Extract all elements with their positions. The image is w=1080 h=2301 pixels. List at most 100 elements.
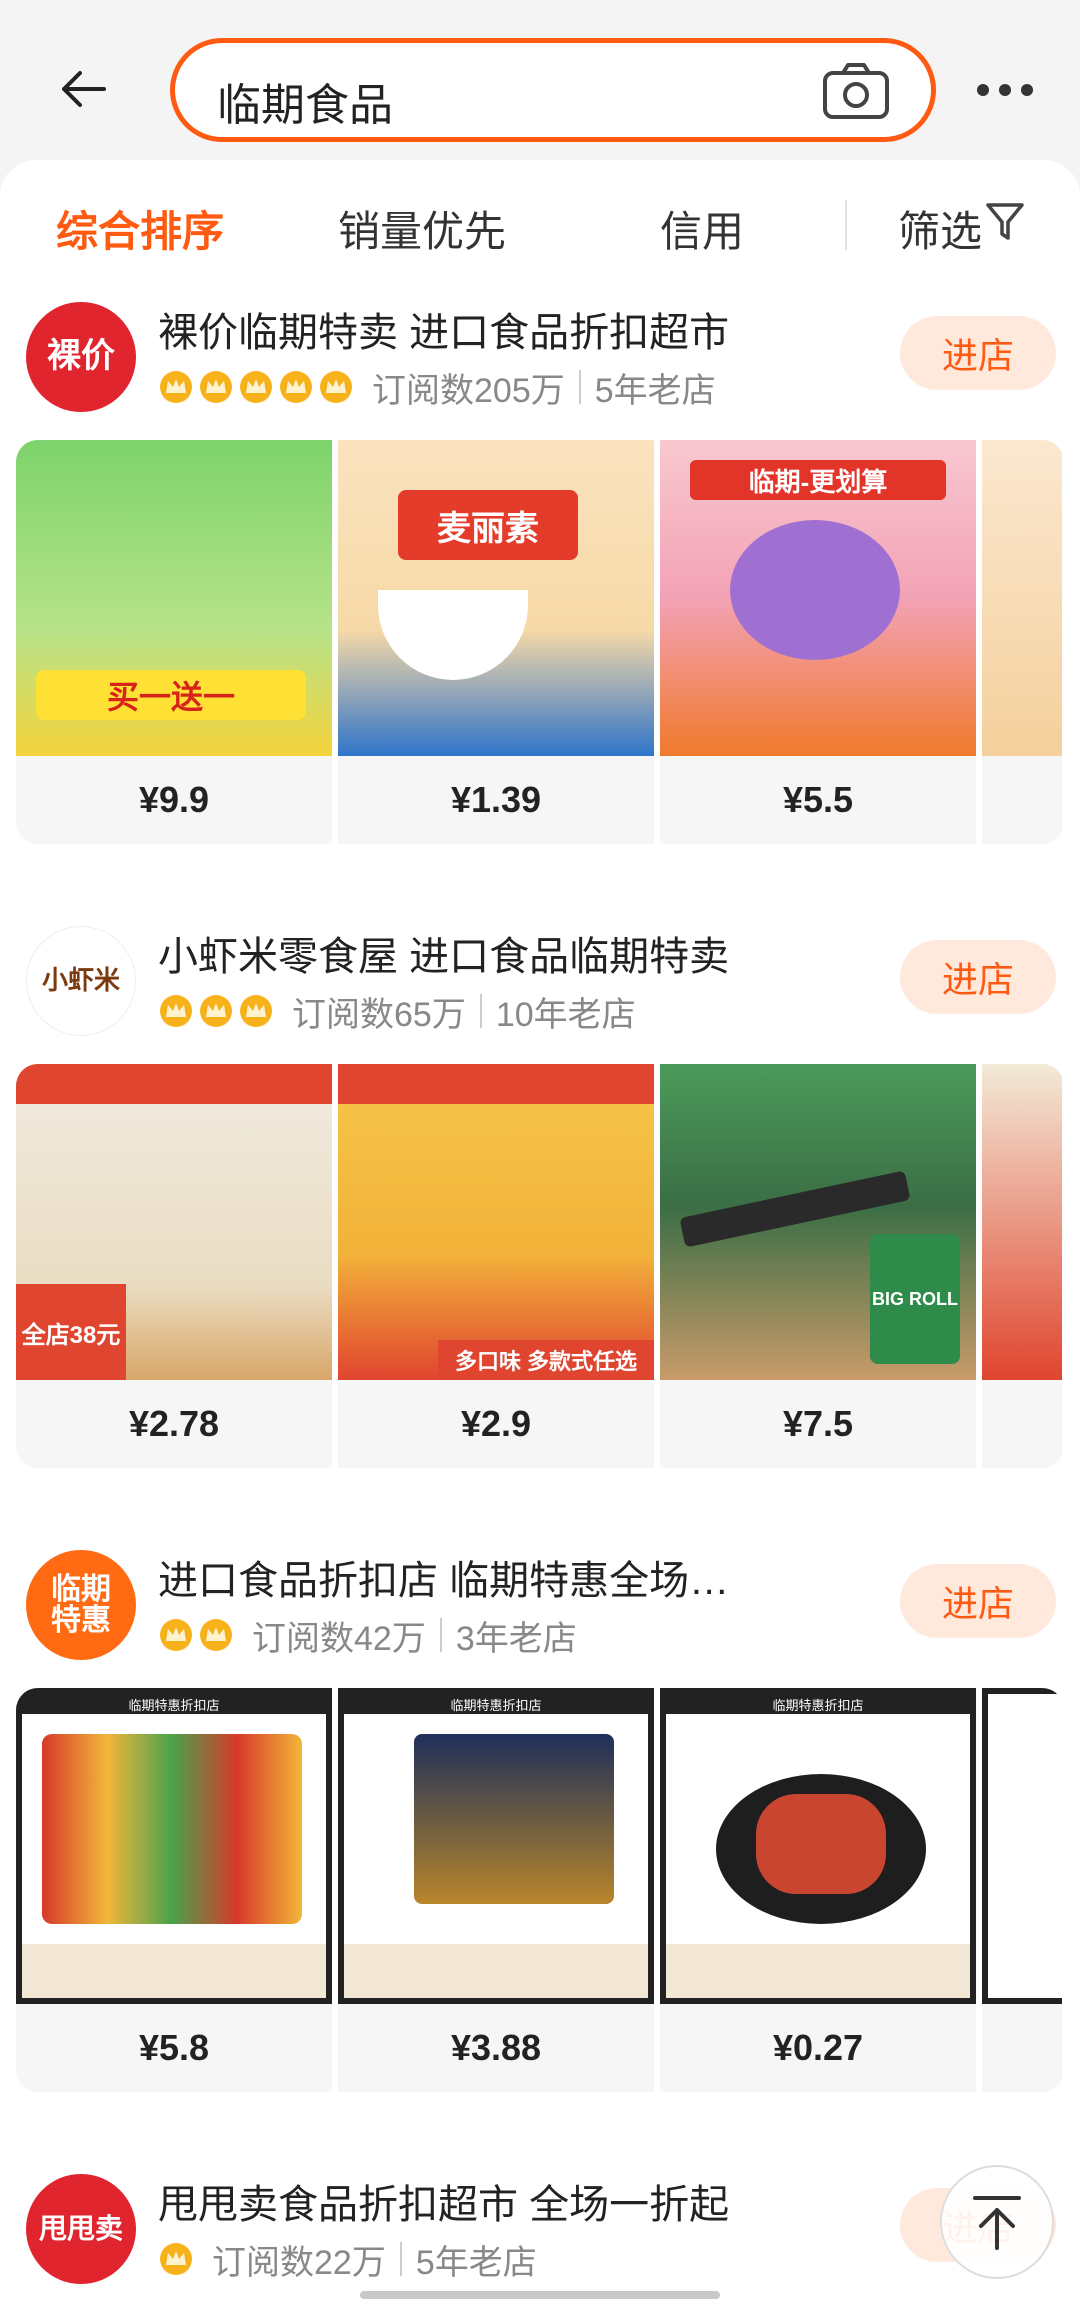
product-image[interactable] <box>982 440 1062 756</box>
filter-button[interactable]: 筛选 <box>898 198 982 259</box>
shop-meta: 订阅数205万 5年老店 <box>158 362 716 412</box>
enter-shop-button[interactable]: 进店 <box>900 940 1056 1014</box>
shop-meta: 订阅数42万 3年老店 <box>158 1610 577 1660</box>
product-card[interactable]: BIG ROLL ¥7.5 <box>660 1064 976 1468</box>
product-card[interactable]: 麦丽素 ¥1.39 <box>338 440 654 844</box>
product-row: 临期特惠折扣店 ¥5.8 临期特惠折扣店 ¥3.88 临期特惠折扣店 ¥0.27 <box>16 1688 1064 2092</box>
dot-icon <box>977 84 989 96</box>
shop-card[interactable]: 小虾米 小虾米零食屋 进口食品临期特卖 订阅数65万 10年老店 进店 全店38… <box>0 926 1080 1496</box>
shop-meta: 订阅数65万 10年老店 <box>158 986 636 1036</box>
back-button[interactable] <box>50 56 116 122</box>
shop-logo[interactable]: 甩甩卖 <box>26 2174 136 2284</box>
crown-icon <box>160 1619 192 1651</box>
product-image-caption: 全店38元 <box>16 1284 126 1380</box>
crown-icon <box>240 371 272 403</box>
product-image[interactable] <box>982 1064 1062 1380</box>
shop-age: 10年老店 <box>495 995 636 1034</box>
product-image[interactable] <box>982 1688 1062 2004</box>
gummy-graphic <box>730 520 900 660</box>
home-indicator[interactable] <box>360 2291 720 2299</box>
meta-divider <box>578 370 581 404</box>
meta-divider <box>479 994 482 1028</box>
more-menu-button[interactable] <box>970 70 1040 110</box>
shop-logo[interactable]: 小虾米 <box>26 926 136 1036</box>
product-image-caption: 多口味 多款式任选 <box>438 1340 654 1380</box>
crown-icon <box>160 2243 192 2275</box>
app-screen: 临期食品 综合排序 销量优先 信用 筛选 裸价 裸价临期特卖 进口食品折扣超市 … <box>0 0 1080 2301</box>
product-price: ¥9.9 <box>138 779 210 820</box>
back-to-top-button[interactable] <box>940 2165 1054 2279</box>
crown-icon <box>200 995 232 1027</box>
nextar-box-graphic <box>414 1734 614 1904</box>
shop-card[interactable]: 裸价 裸价临期特卖 进口食品折扣超市 订阅数205万 5年老店 进店 买一送一 … <box>0 302 1080 872</box>
filter-icon[interactable] <box>985 200 1025 244</box>
product-image[interactable]: BIG ROLL <box>660 1064 976 1380</box>
product-image-caption: 临期特惠折扣店 <box>344 1694 648 1714</box>
product-row: 买一送一 ¥9.9 麦丽素 ¥1.39 临期-更划算 ¥5.5 <box>16 440 1064 844</box>
product-card[interactable]: 多口味 多款式任选 ¥2.9 <box>338 1064 654 1468</box>
search-box[interactable]: 临期食品 <box>170 38 936 142</box>
product-card[interactable] <box>982 1064 1062 1468</box>
crown-icon <box>200 371 232 403</box>
crown-icon <box>280 371 312 403</box>
subscriber-count: 订阅数205万 <box>372 371 565 410</box>
product-image[interactable]: 全店38元 <box>16 1064 332 1380</box>
product-card[interactable]: 临期特惠折扣店 ¥0.27 <box>660 1688 976 2092</box>
enter-shop-button[interactable]: 进店 <box>900 1564 1056 1638</box>
product-card[interactable]: 买一送一 ¥9.9 <box>16 440 332 844</box>
back-arrow-icon <box>62 71 106 107</box>
shop-meta: 订阅数22万 5年老店 <box>158 2234 537 2284</box>
product-card[interactable]: 临期特惠折扣店 ¥3.88 <box>338 1688 654 2092</box>
product-image[interactable]: 麦丽素 <box>338 440 654 756</box>
crown-icon <box>160 371 192 403</box>
enter-shop-button[interactable]: 进店 <box>900 316 1056 390</box>
shop-name[interactable]: 裸价临期特卖 进口食品折扣超市 <box>158 300 729 358</box>
meta-divider <box>439 1618 442 1652</box>
shop-age: 5年老店 <box>415 2243 537 2282</box>
sausage-graphic <box>756 1794 886 1894</box>
shop-card[interactable]: 甩甩卖 甩甩卖食品折扣超市 全场一折起 订阅数22万 5年老店 进店 <box>0 2174 1080 2301</box>
shop-logo-text: 临期特惠 <box>51 1572 111 1637</box>
product-image[interactable]: 多口味 多款式任选 <box>338 1064 654 1380</box>
subscriber-count: 订阅数65万 <box>292 995 466 1034</box>
shop-card[interactable]: 临期特惠 进口食品折扣店 临期特惠全场… 订阅数42万 3年老店 进店 临期特惠… <box>0 1550 1080 2120</box>
sort-credit-tab[interactable]: 信用 <box>660 198 744 259</box>
shop-age: 3年老店 <box>455 1619 577 1658</box>
crown-rating <box>158 369 354 405</box>
product-card[interactable] <box>982 440 1062 844</box>
product-image[interactable]: 临期-更划算 <box>660 440 976 756</box>
product-image[interactable]: 临期特惠折扣店 <box>660 1688 976 2004</box>
product-card[interactable]: 全店38元 ¥2.78 <box>16 1064 332 1468</box>
product-card[interactable]: 临期特惠折扣店 ¥5.8 <box>16 1688 332 2092</box>
product-price: ¥0.27 <box>772 2027 864 2068</box>
chips-cans-graphic <box>42 1734 302 1924</box>
product-row: 全店38元 ¥2.78 多口味 多款式任选 ¥2.9 BIG ROLL ¥7.5 <box>16 1064 1064 1468</box>
shop-name[interactable]: 小虾米零食屋 进口食品临期特卖 <box>158 924 729 982</box>
shop-age: 5年老店 <box>594 371 716 410</box>
product-price: ¥2.78 <box>128 1403 220 1444</box>
shop-logo[interactable]: 裸价 <box>26 302 136 412</box>
sort-sales-tab[interactable]: 销量优先 <box>338 198 506 259</box>
service-strip <box>344 1944 648 1998</box>
product-image-caption: BIG ROLL <box>870 1234 960 1364</box>
dot-icon <box>1021 84 1033 96</box>
subscriber-count: 订阅数22万 <box>212 2243 386 2282</box>
product-image-caption: 麦丽素 <box>398 490 578 560</box>
product-image-caption: 买一送一 <box>36 670 306 720</box>
shop-logo[interactable]: 临期特惠 <box>26 1550 136 1660</box>
product-price: ¥5.8 <box>138 2027 210 2068</box>
subscriber-count: 订阅数42万 <box>252 1619 426 1658</box>
product-image[interactable]: 临期特惠折扣店 <box>338 1688 654 2004</box>
shop-name[interactable]: 甩甩卖食品折扣超市 全场一折起 <box>158 2172 729 2230</box>
sort-comprehensive-tab[interactable]: 综合排序 <box>56 198 224 259</box>
product-card[interactable] <box>982 1688 1062 2092</box>
crown-icon <box>240 995 272 1027</box>
product-image[interactable]: 临期特惠折扣店 <box>16 1688 332 2004</box>
product-card[interactable]: 临期-更划算 ¥5.5 <box>660 440 976 844</box>
meta-divider <box>399 2242 402 2276</box>
service-strip <box>22 1944 326 1998</box>
product-image[interactable]: 买一送一 <box>16 440 332 756</box>
camera-icon[interactable] <box>821 61 891 121</box>
shop-name[interactable]: 进口食品折扣店 临期特惠全场… <box>158 1548 729 1606</box>
search-input[interactable]: 临期食品 <box>217 69 393 133</box>
